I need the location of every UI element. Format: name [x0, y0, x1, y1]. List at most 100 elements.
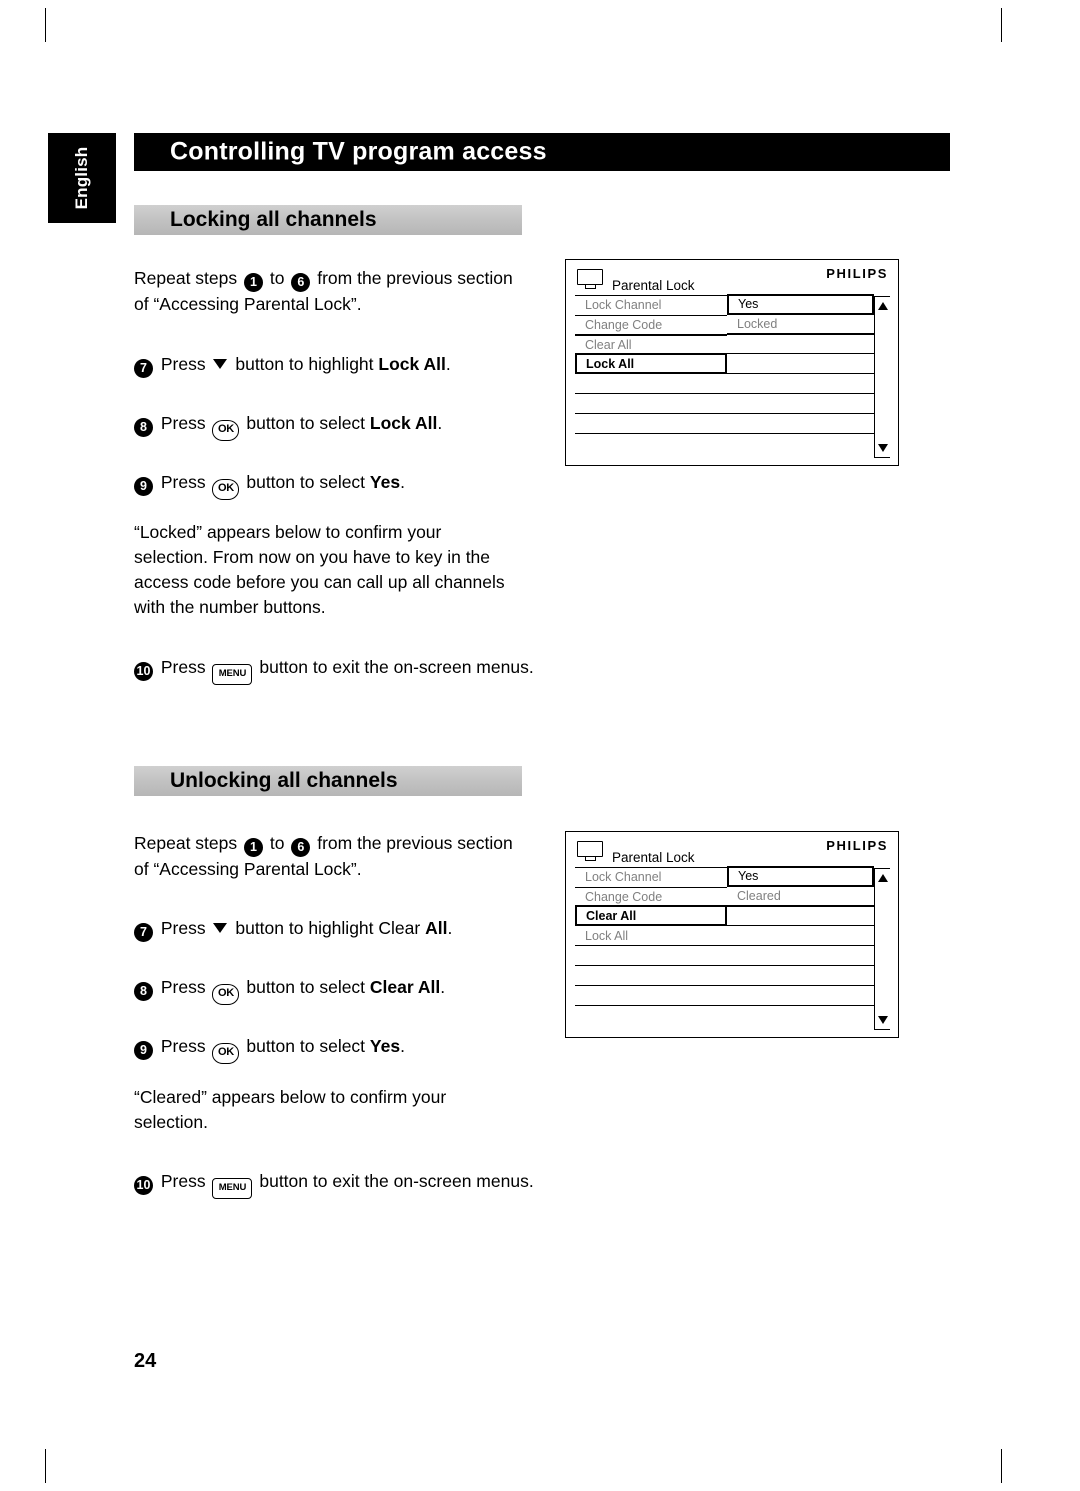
- step-9-text: button to select: [246, 472, 370, 492]
- step-number-7: 7: [134, 359, 153, 378]
- step-number-9: 9: [134, 477, 153, 496]
- step-9-end: .: [400, 1036, 405, 1056]
- osd-right-column: Yes Cleared: [727, 865, 874, 1006]
- step-8-bold: Lock All: [369, 413, 438, 433]
- language-tab: English: [48, 133, 116, 223]
- step-7-locking: 7 Press button to highlight Lock All.: [134, 352, 534, 378]
- section-intro-locking: Repeat steps 1 to 6 from the previous se…: [134, 266, 514, 317]
- osd-row: [575, 984, 727, 1006]
- page-number: 24: [134, 1350, 157, 1372]
- section-heading-locking: Locking all channels: [170, 208, 377, 231]
- step-7-end: .: [447, 918, 453, 938]
- osd-value-row: [727, 925, 874, 947]
- step-7-press: Press: [160, 918, 206, 938]
- step-10-text: button to exit the on-screen menus.: [259, 1171, 534, 1191]
- osd-scrollbar[interactable]: [874, 296, 890, 458]
- step-number-8: 8: [134, 418, 153, 437]
- section-note-unlocking: “Cleared” appears below to confirm your …: [134, 1087, 447, 1132]
- step-badge-6: 6: [291, 273, 311, 292]
- section-heading-unlocking: Unlocking all channels: [170, 769, 398, 792]
- osd-row[interactable]: Lock Channel: [575, 866, 727, 888]
- osd-row: [575, 373, 727, 395]
- osd-value-row: [727, 412, 874, 434]
- osd-value-row: Locked: [727, 313, 874, 335]
- osd-title: Parental Lock: [612, 278, 695, 293]
- step-number-8: 8: [134, 982, 153, 1001]
- osd-row-selected[interactable]: Clear All: [575, 905, 727, 927]
- step-10-press: Press: [160, 657, 206, 677]
- scroll-up-arrow-icon[interactable]: [878, 302, 888, 310]
- ok-key-icon: OK: [212, 479, 240, 500]
- step-8-press: Press: [160, 977, 206, 997]
- step-9-text: button to select: [246, 1036, 370, 1056]
- crop-mark-bottom-left-v: [45, 1449, 46, 1483]
- osd-value-row: [727, 984, 874, 1006]
- osd-body: Lock Channel Change Code Clear All Lock …: [575, 293, 890, 458]
- osd-value-row: [727, 964, 874, 986]
- osd-row: [575, 945, 727, 967]
- tv-icon: [577, 269, 605, 290]
- step-8-text: button to select: [246, 413, 370, 433]
- tv-icon: [577, 841, 605, 862]
- chapter-title: Controlling TV program access: [170, 137, 547, 166]
- crop-mark-top-left-v: [45, 8, 46, 42]
- step-8-text: button to select: [246, 977, 370, 997]
- intro-prefix: Repeat steps: [134, 268, 238, 288]
- philips-logo: PHILIPS: [826, 838, 888, 853]
- step-7-text: button to highlight: [235, 354, 379, 374]
- crop-mark-top-right-v: [1001, 8, 1002, 42]
- step-9-locking: 9 Press OK button to select Yes.: [134, 470, 534, 500]
- step-10-locking: 10 Press MENU button to exit the on-scre…: [134, 655, 534, 685]
- step-8-locking: 8 Press OK button to select Lock All.: [134, 411, 534, 441]
- osd-row-selected[interactable]: Lock All: [575, 353, 727, 375]
- osd-body: Lock Channel Change Code Clear All Lock …: [575, 865, 890, 1030]
- osd-value-row: [727, 373, 874, 395]
- scroll-down-arrow-icon[interactable]: [878, 444, 888, 452]
- osd-value-row: [727, 945, 874, 967]
- step-8-press: Press: [160, 413, 206, 433]
- osd-value-row: [727, 905, 874, 927]
- osd-value-row: [727, 353, 874, 375]
- section-heading-bar-locking: Locking all channels: [134, 205, 522, 235]
- scroll-up-arrow-icon[interactable]: [878, 874, 888, 882]
- step-number-9: 9: [134, 1041, 153, 1060]
- ok-key-icon: OK: [212, 984, 240, 1005]
- osd-header: PHILIPS Parental Lock: [566, 260, 898, 298]
- step-number-7: 7: [134, 923, 153, 942]
- scroll-down-arrow-icon[interactable]: [878, 1016, 888, 1024]
- step-9-bold: Yes: [369, 1036, 401, 1056]
- intro-prefix: Repeat steps: [134, 833, 238, 853]
- step-8-unlocking: 8 Press OK button to select Clear All.: [134, 975, 534, 1005]
- osd-screen-locking: PHILIPS Parental Lock Lock Channel Chang…: [565, 259, 899, 466]
- down-arrow-icon: [213, 359, 228, 369]
- osd-row: [575, 392, 727, 414]
- down-arrow-icon: [213, 923, 228, 933]
- step-9-press: Press: [160, 1036, 206, 1056]
- step-8-end: .: [437, 413, 443, 433]
- osd-value-selected[interactable]: Yes: [727, 865, 874, 887]
- osd-row[interactable]: Change Code: [575, 314, 727, 336]
- osd-value-selected[interactable]: Yes: [727, 293, 874, 315]
- step-9-bold: Yes: [369, 472, 401, 492]
- chapter-title-bar: Controlling TV program access: [134, 133, 950, 171]
- step-10-press: Press: [160, 1171, 206, 1191]
- osd-scrollbar[interactable]: [874, 868, 890, 1030]
- step-badge-1: 1: [244, 838, 263, 857]
- step-10-text: button to exit the on-screen menus.: [259, 657, 534, 677]
- osd-row[interactable]: Lock All: [575, 925, 727, 947]
- step-7-text: button to highlight Clear: [235, 918, 426, 938]
- osd-value-row: Cleared: [727, 885, 874, 907]
- crop-mark-bottom-right-v: [1001, 1449, 1002, 1483]
- menu-key-icon: MENU: [212, 664, 253, 685]
- ok-key-icon: OK: [212, 1043, 240, 1064]
- osd-row[interactable]: Lock Channel: [575, 294, 727, 316]
- philips-logo: PHILIPS: [826, 266, 888, 281]
- step-7-bold: Lock All: [378, 354, 446, 374]
- step-number-10: 10: [134, 662, 153, 681]
- osd-title: Parental Lock: [612, 850, 695, 865]
- step-7-bold: All: [425, 918, 448, 938]
- osd-right-column: Yes Locked: [727, 293, 874, 434]
- language-tab-label: English: [72, 146, 91, 210]
- osd-value-row: [727, 333, 874, 355]
- step-number-10: 10: [134, 1176, 153, 1195]
